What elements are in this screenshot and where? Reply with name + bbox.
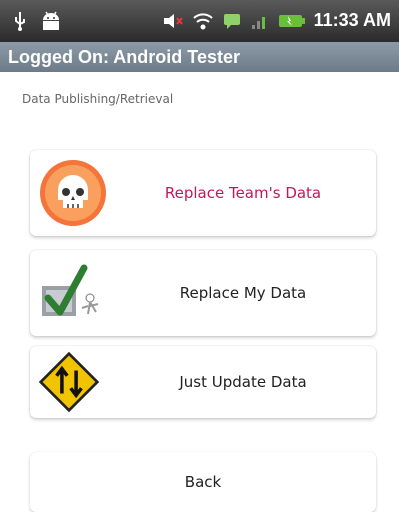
back-button[interactable]: Back	[30, 452, 376, 512]
status-bar: 11:33 AM	[0, 0, 399, 42]
arrows-sign-icon	[38, 351, 100, 413]
replace-my-data-label: Replace My Data	[179, 284, 307, 302]
android-debug-icon	[43, 11, 59, 30]
back-label: Back	[184, 473, 222, 491]
signal-icon	[251, 16, 265, 29]
wifi-icon	[192, 12, 213, 29]
replace-team-data-button[interactable]: Replace Team's Data	[30, 150, 376, 236]
skull-icon	[40, 160, 106, 226]
just-update-data-label: Just Update Data	[179, 373, 307, 391]
message-icon	[223, 13, 240, 29]
checkmark-icon	[42, 264, 99, 316]
title-bar: Logged On: Android Tester	[0, 42, 399, 72]
window-title: Logged On: Android Tester	[8, 47, 240, 67]
battery-icon	[278, 14, 305, 27]
replace-team-data-label: Replace Team's Data	[164, 184, 322, 202]
usb-icon	[15, 12, 25, 31]
status-clock: 11:33 AM	[313, 10, 391, 30]
replace-my-data-button[interactable]: Replace My Data	[30, 250, 376, 336]
section-label: Data Publishing/Retrieval	[22, 92, 174, 106]
just-update-data-button[interactable]: Just Update Data	[30, 346, 376, 418]
speaker-icon	[163, 13, 183, 28]
